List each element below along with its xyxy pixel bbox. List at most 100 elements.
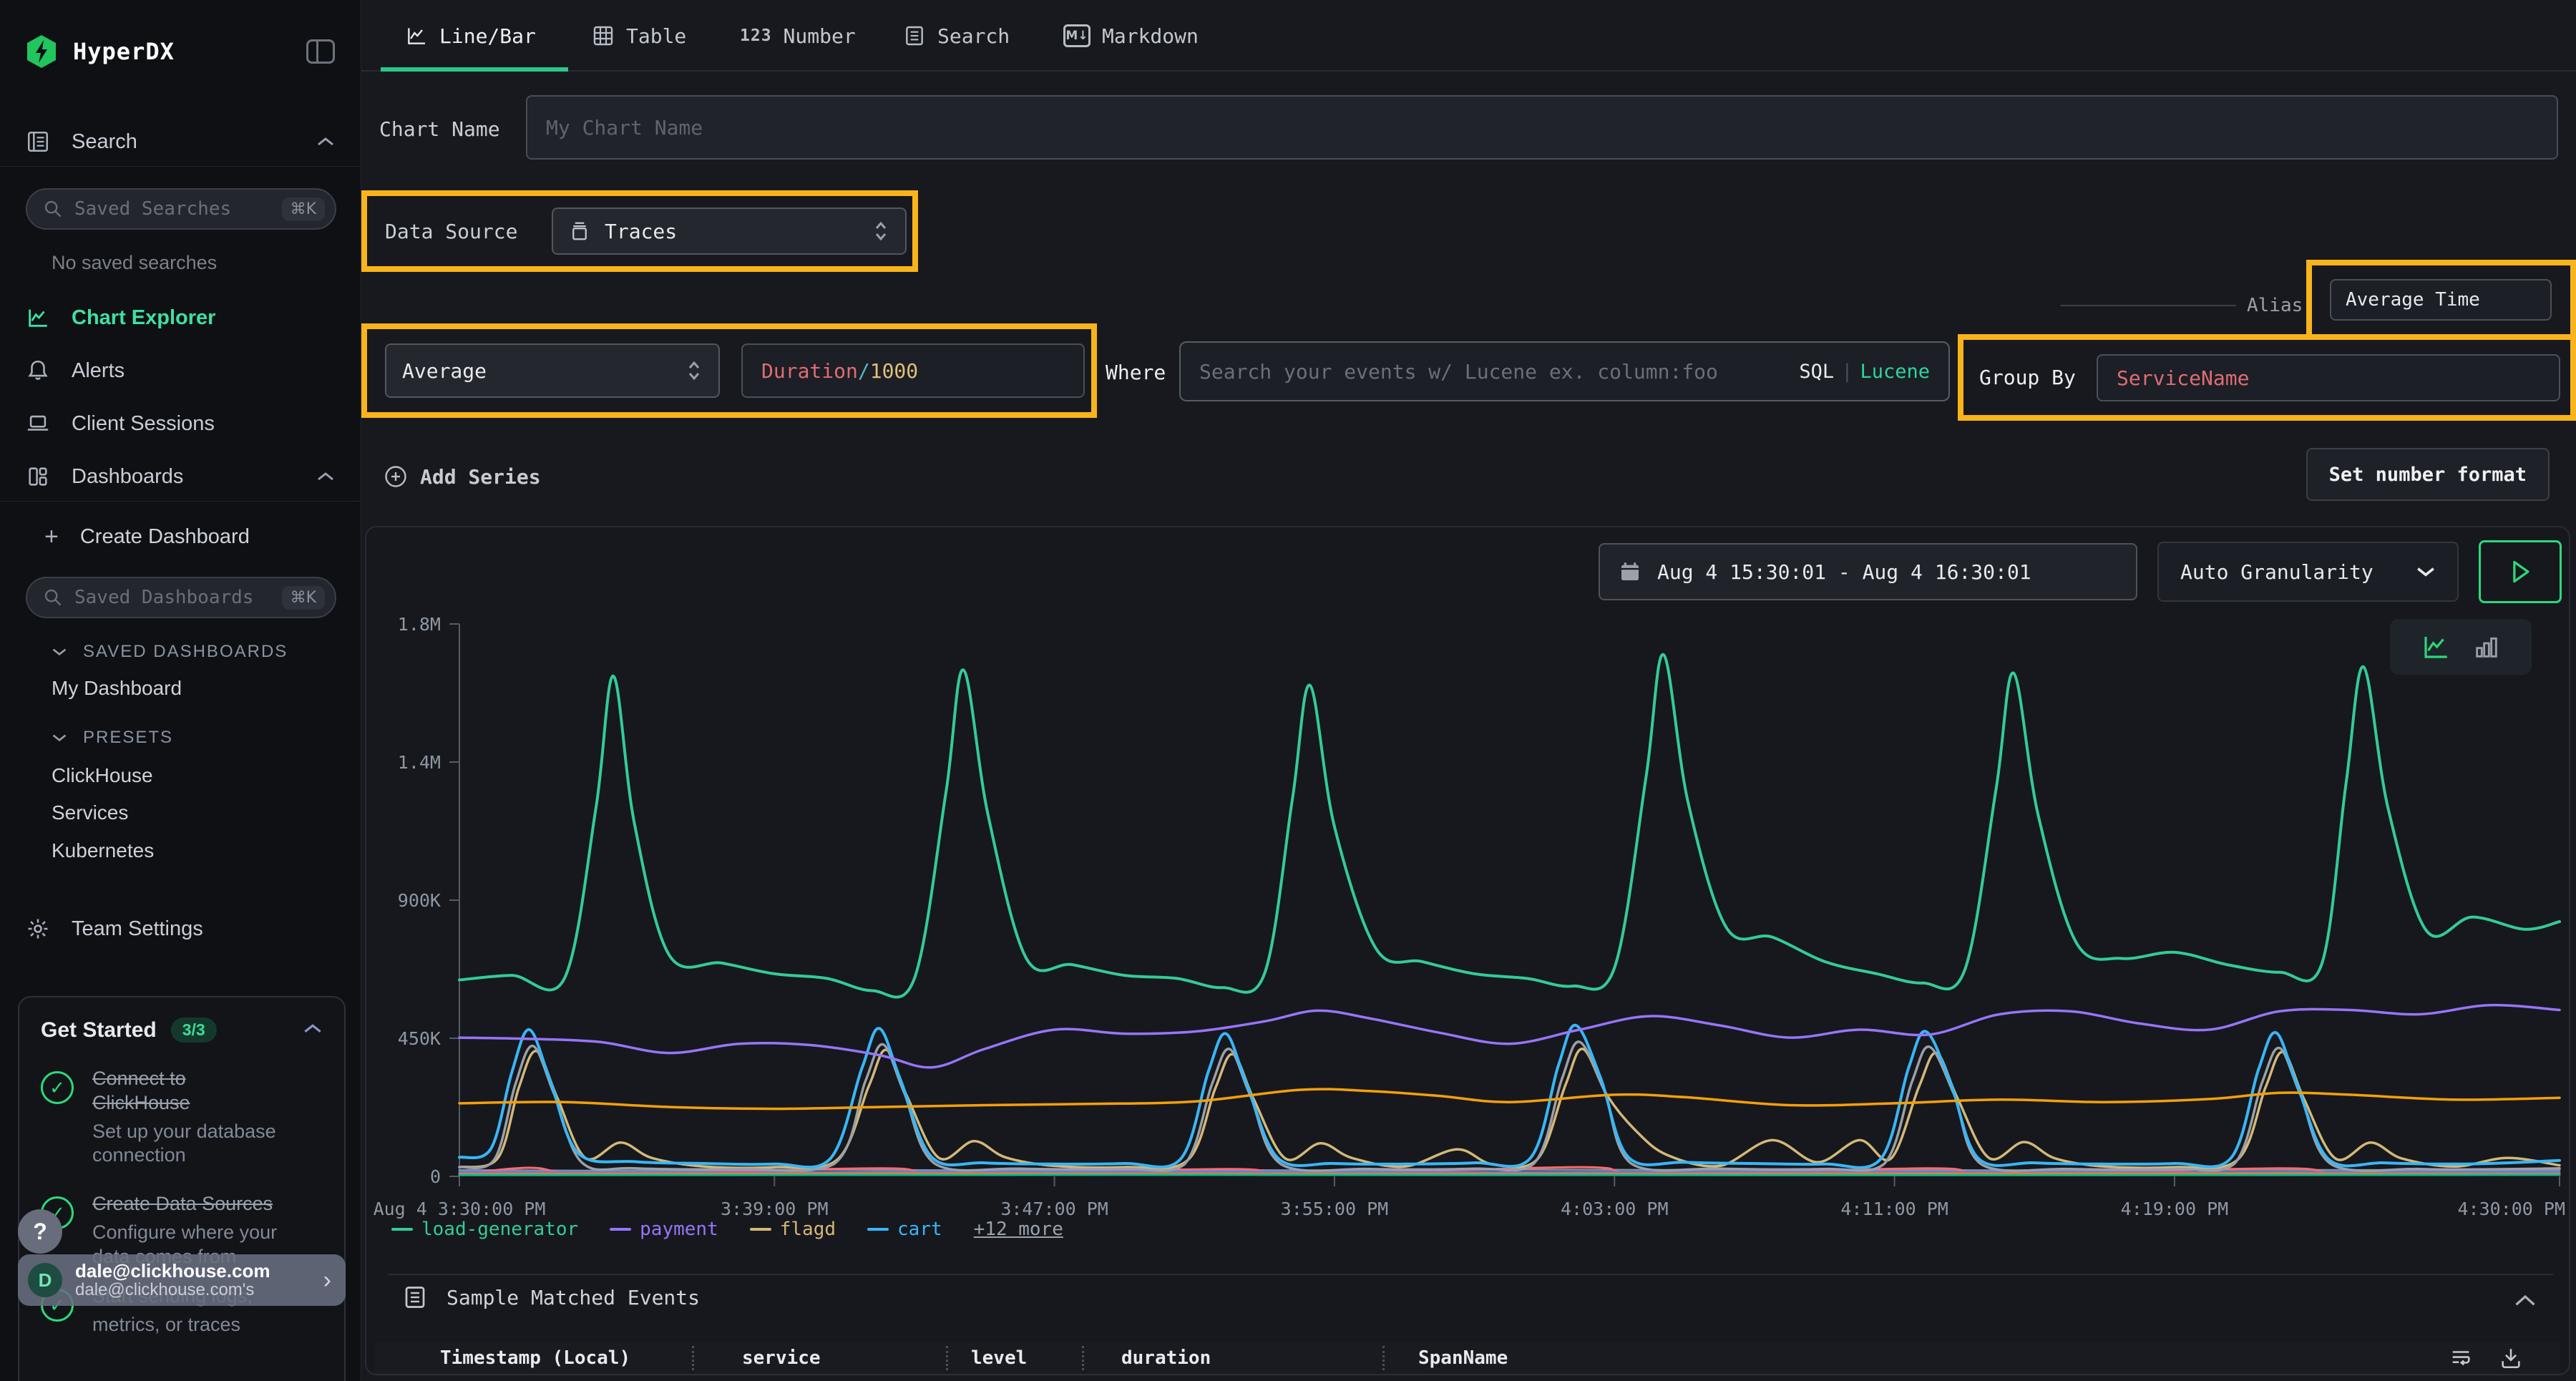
alias-highlight-box <box>2306 260 2576 340</box>
sidebar-item-team-settings[interactable]: Team Settings <box>26 913 335 945</box>
chart-type-toggle <box>2390 619 2532 675</box>
svg-text:4:30:00 PM: 4:30:00 PM <box>2457 1199 2565 1219</box>
shortcut-badge: ⌘K <box>282 197 325 221</box>
query-language-toggle[interactable]: SQL|Lucene <box>1799 361 1930 383</box>
data-source-select[interactable]: Traces <box>552 208 907 255</box>
sidebar-section-search[interactable]: Search <box>26 126 335 157</box>
select-updown-icon <box>872 220 889 243</box>
wrap-text-icon[interactable] <box>2449 1346 2473 1370</box>
sidebar-item-alerts[interactable]: Alerts <box>26 355 335 386</box>
search-panel-icon <box>26 130 50 154</box>
sidebar-item-dashboards[interactable]: Dashboards <box>26 461 335 492</box>
field-expression-input[interactable]: Duration/1000 <box>741 343 1085 398</box>
legend-item[interactable]: load-generator <box>391 1219 578 1240</box>
sidebar-item-my-dashboard[interactable]: My Dashboard <box>52 677 182 700</box>
lucene-toggle[interactable]: Lucene <box>1860 361 1930 383</box>
column-resize-handle[interactable] <box>946 1346 948 1370</box>
column-header-service[interactable]: service <box>742 1347 821 1369</box>
aggregation-value: Average <box>402 359 671 383</box>
column-header-level[interactable]: level <box>971 1347 1027 1369</box>
legend-item[interactable]: flagd <box>750 1219 836 1240</box>
chart-name-field <box>526 95 2558 160</box>
get-started-item[interactable]: ✓ Connect to ClickHouse Set up your data… <box>41 1067 323 1168</box>
column-resize-handle[interactable] <box>692 1346 694 1370</box>
sidebar-item-kubernetes[interactable]: Kubernetes <box>52 839 154 862</box>
line-chart-toggle-icon[interactable] <box>2421 632 2451 662</box>
saved-searches-input[interactable]: Saved Searches ⌘K <box>26 188 336 230</box>
traces-source-icon <box>569 220 590 242</box>
calendar-icon <box>1619 560 1641 583</box>
svg-text:450K: 450K <box>398 1028 441 1049</box>
data-source-highlight-box: Data Source Traces <box>361 190 918 272</box>
add-series-label: Add Series <box>420 465 541 489</box>
column-header-timestamp[interactable]: Timestamp (Local) <box>440 1347 630 1369</box>
set-number-format-button[interactable]: Set number format <box>2306 448 2550 501</box>
chevron-up-icon <box>316 136 335 147</box>
date-range-input[interactable]: Aug 4 15:30:01 - Aug 4 16:30:01 <box>1599 543 2137 600</box>
markdown-icon: M↓ <box>1063 24 1091 47</box>
chart-name-label: Chart Name <box>379 117 500 141</box>
circle-plus-icon <box>383 464 409 489</box>
download-icon[interactable] <box>2499 1346 2523 1370</box>
presets-header[interactable]: PRESETS <box>52 728 173 748</box>
tab-table[interactable]: Table <box>592 20 686 52</box>
user-menu[interactable]: D dale@clickhouse.com dale@clickhouse.co… <box>18 1254 346 1306</box>
tab-search[interactable]: Search <box>903 20 1010 52</box>
chart-name-input[interactable] <box>527 97 2557 158</box>
sidebar-item-clickhouse[interactable]: ClickHouse <box>52 764 153 787</box>
laptop-icon <box>26 411 50 436</box>
select-updown-icon <box>686 359 703 382</box>
add-series-button[interactable]: Add Series <box>383 464 541 489</box>
legend-swatch <box>750 1228 771 1231</box>
svg-text:3:47:00 PM: 3:47:00 PM <box>1000 1199 1108 1219</box>
tab-label: Search <box>937 24 1010 48</box>
sidebar-collapse-icon[interactable] <box>306 39 335 64</box>
create-dashboard-button[interactable]: + Create Dashboard <box>44 521 335 552</box>
chevron-up-icon[interactable] <box>303 1023 323 1035</box>
search-icon <box>43 199 63 219</box>
group-by-input[interactable]: ServiceName <box>2097 354 2560 401</box>
tab-markdown[interactable]: M↓ Markdown <box>1063 20 1199 52</box>
presets-header-label: PRESETS <box>83 728 173 748</box>
create-dashboard-label: Create Dashboard <box>80 525 335 549</box>
check-circle-icon: ✓ <box>41 1071 74 1104</box>
column-resize-handle[interactable] <box>1382 1346 1385 1370</box>
sidebar-item-services[interactable]: Services <box>52 801 128 824</box>
run-query-button[interactable] <box>2479 540 2562 603</box>
where-field[interactable]: Search your events w/ Lucene ex. column:… <box>1179 341 1950 401</box>
saved-dashboards-input[interactable]: Saved Dashboards ⌘K <box>26 577 336 618</box>
sidebar-divider <box>0 501 361 502</box>
legend-item[interactable]: payment <box>610 1219 718 1240</box>
chart-legend: load-generator payment flagd cart +12 more <box>391 1219 1063 1240</box>
sidebar-item-chart-explorer[interactable]: Chart Explorer <box>26 302 335 333</box>
legend-more-link[interactable]: +12 more <box>974 1219 1063 1240</box>
sidebar-item-label: Client Sessions <box>72 412 335 436</box>
legend-swatch <box>867 1228 889 1231</box>
get-started-title: Get Started <box>41 1018 157 1043</box>
column-header-duration[interactable]: duration <box>1121 1347 1211 1369</box>
aggregation-select[interactable]: Average <box>385 343 720 398</box>
help-button[interactable]: ? <box>18 1209 62 1254</box>
group-by-value: ServiceName <box>2117 366 2249 390</box>
alias-input[interactable] <box>2331 280 2550 319</box>
sidebar-item-client-sessions[interactable]: Client Sessions <box>26 408 335 439</box>
search-icon <box>43 587 63 607</box>
get-started-item-desc: metrics, or traces <box>92 1313 323 1337</box>
column-header-spanname[interactable]: SpanName <box>1418 1347 1508 1369</box>
tab-number[interactable]: 123 Number <box>740 20 856 52</box>
tab-line-bar[interactable]: Line/Bar <box>405 20 536 52</box>
active-tab-underline <box>381 67 568 72</box>
sql-toggle[interactable]: SQL <box>1799 361 1834 383</box>
granularity-select[interactable]: Auto Granularity <box>2157 542 2459 602</box>
collapse-events-button[interactable] <box>2513 1293 2537 1310</box>
granularity-value: Auto Granularity <box>2180 560 2397 584</box>
svg-text:3:39:00 PM: 3:39:00 PM <box>721 1199 829 1219</box>
legend-swatch <box>391 1228 413 1231</box>
alias-field <box>2330 279 2552 321</box>
sidebar: HyperDX Search Saved Searches ⌘K No save… <box>0 0 361 1381</box>
legend-item[interactable]: cart <box>867 1219 942 1240</box>
column-resize-handle[interactable] <box>1082 1346 1084 1370</box>
bar-chart-toggle-icon[interactable] <box>2472 633 2501 661</box>
brand-name: HyperDX <box>73 38 291 65</box>
saved-dashboards-header[interactable]: SAVED DASHBOARDS <box>52 642 288 662</box>
